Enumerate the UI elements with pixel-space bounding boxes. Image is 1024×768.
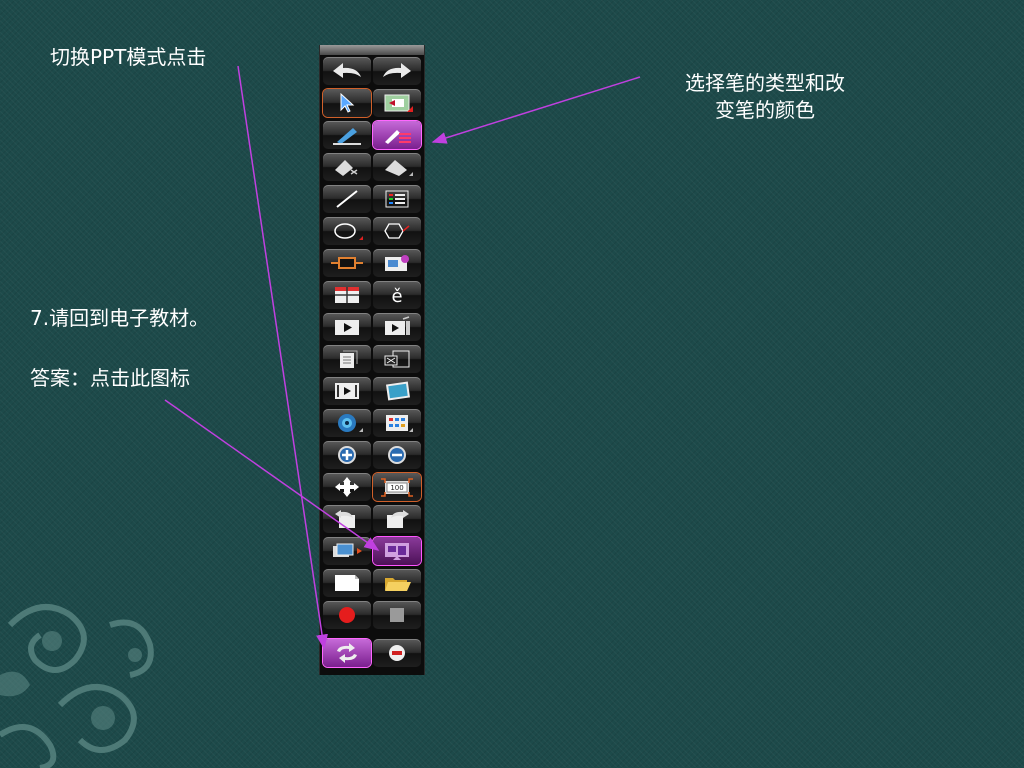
eraser-area-icon	[385, 160, 413, 176]
rectangle-button[interactable]	[323, 249, 371, 277]
table-icon	[335, 287, 359, 303]
undo-page-icon	[335, 510, 355, 528]
zoom-out-icon	[388, 446, 406, 464]
pen-select-line-1: 选择笔的类型和改	[685, 71, 845, 95]
polygon-icon	[384, 223, 410, 239]
rectangle-icon	[331, 257, 363, 269]
toolbar-top-strip	[320, 45, 424, 55]
page-switch-icon	[384, 94, 413, 112]
grid-button[interactable]	[373, 409, 421, 437]
document-icon	[340, 350, 358, 368]
screen-capture-button[interactable]	[323, 537, 371, 565]
polygon-button[interactable]	[373, 217, 421, 245]
play-button[interactable]	[323, 313, 371, 341]
record-icon	[339, 607, 355, 623]
play-icon	[335, 320, 359, 335]
page-switch-button[interactable]	[373, 89, 421, 117]
video-button[interactable]	[323, 377, 371, 405]
text-button[interactable]	[373, 185, 421, 213]
pen-select-note: 选择笔的类型和改 变笔的颜色	[645, 70, 885, 124]
answer-text: 答案：点击此图标	[30, 366, 190, 390]
pen-type-color-icon	[385, 130, 411, 144]
camera-icon	[338, 414, 363, 432]
question-text: 7.请回到电子教材。	[30, 306, 210, 330]
exit-icon	[389, 645, 405, 661]
pen-type-color-button[interactable]	[373, 121, 421, 149]
play-media-button[interactable]	[373, 313, 421, 341]
redo-page-button[interactable]	[373, 505, 421, 533]
eraser-button[interactable]	[323, 153, 371, 181]
switch-ppt-callout-line	[237, 65, 328, 650]
table-button[interactable]	[323, 281, 371, 309]
select-button[interactable]	[323, 89, 371, 117]
exit-button[interactable]	[373, 639, 421, 667]
undo-page-button[interactable]	[323, 505, 371, 533]
camera-button[interactable]	[323, 409, 371, 437]
close-doc-icon	[384, 350, 410, 368]
pen-icon	[333, 128, 361, 145]
text-lines-icon	[385, 190, 409, 208]
zoom-100-label: 100	[390, 484, 403, 492]
zoom-100-button[interactable]: 100	[373, 473, 421, 501]
zoom-in-icon	[338, 446, 356, 464]
svg-text:ě: ě	[391, 286, 402, 306]
picture-icon	[385, 381, 411, 401]
picture-button[interactable]	[373, 377, 421, 405]
pinyin-button[interactable]: ě	[373, 281, 421, 309]
redo-page-icon	[387, 510, 409, 528]
grid-icon	[386, 415, 413, 432]
record-button[interactable]	[323, 601, 371, 629]
close-document-button[interactable]	[373, 345, 421, 373]
stop-button[interactable]	[373, 601, 421, 629]
zoom-out-button[interactable]	[373, 441, 421, 469]
zoom-100-icon: 100	[381, 478, 413, 497]
zoom-in-button[interactable]	[323, 441, 371, 469]
e-textbook-button[interactable]	[373, 537, 421, 565]
screen-capture-icon	[333, 543, 362, 557]
move-button[interactable]	[323, 473, 371, 501]
whiteboard-toolbar: ě 100	[319, 45, 425, 675]
redo-icon	[383, 63, 411, 78]
select-arrow-icon	[340, 92, 355, 113]
ppt-mode-switch-icon	[337, 643, 357, 663]
undo-icon	[333, 63, 361, 78]
move-icon	[335, 477, 359, 497]
video-icon	[335, 383, 359, 399]
line-icon	[336, 190, 358, 208]
undo-button[interactable]	[323, 57, 371, 85]
floral-ornament	[0, 604, 154, 768]
new-page-icon	[335, 575, 359, 591]
open-folder-icon	[385, 578, 411, 591]
play-media-icon	[385, 316, 410, 335]
ellipse-icon	[334, 223, 363, 240]
area-eraser-button[interactable]	[373, 153, 421, 181]
stop-icon	[390, 608, 404, 622]
open-folder-button[interactable]	[373, 569, 421, 597]
pinyin-icon: ě	[391, 286, 402, 306]
new-page-button[interactable]	[323, 569, 371, 597]
pen-button[interactable]	[323, 121, 371, 149]
pen-select-line-2: 变笔的颜色	[715, 98, 815, 122]
switch-ppt-note: 切换PPT模式点击	[50, 45, 207, 69]
e-textbook-icon	[385, 543, 409, 560]
ellipse-button[interactable]	[323, 217, 371, 245]
insert-image-button[interactable]	[373, 249, 421, 277]
document-button[interactable]	[323, 345, 371, 373]
line-button[interactable]	[323, 185, 371, 213]
insert-image-icon	[385, 255, 409, 271]
ppt-mode-switch-button[interactable]	[323, 639, 371, 667]
pen-select-callout-line	[431, 76, 641, 144]
redo-button[interactable]	[373, 57, 421, 85]
eraser-icon	[335, 160, 358, 176]
